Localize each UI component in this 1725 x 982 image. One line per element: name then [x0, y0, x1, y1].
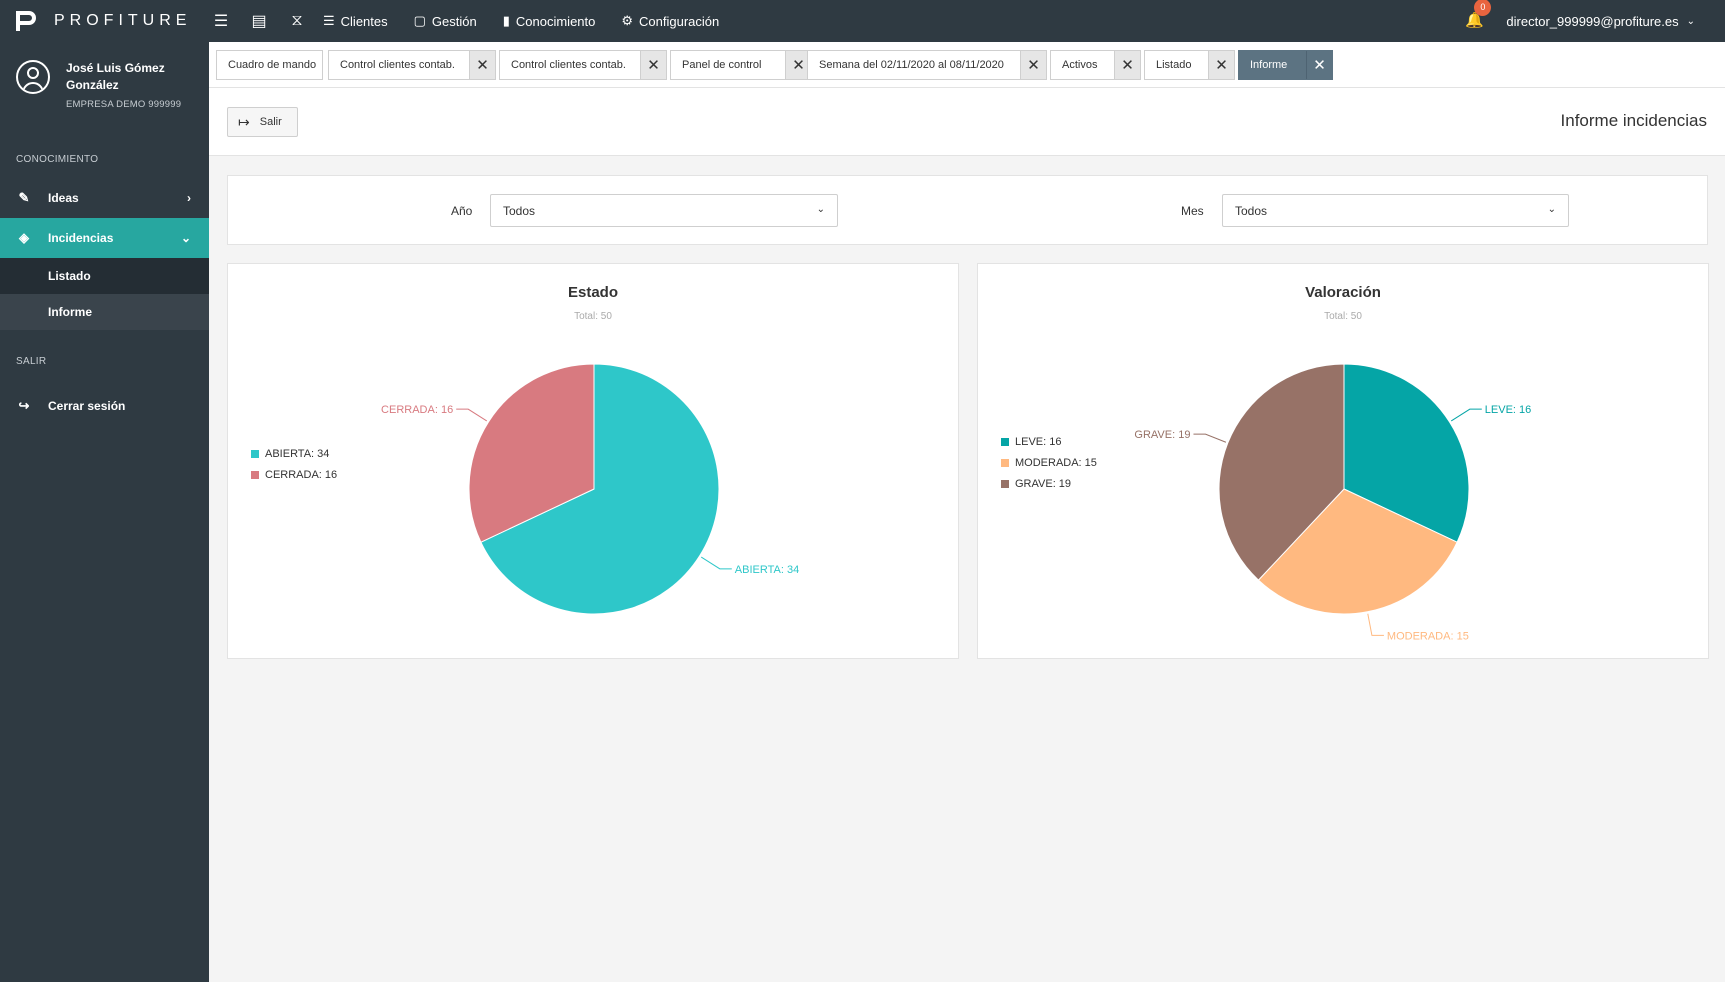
tab-label: Informe — [1250, 59, 1288, 71]
sidebar-item-ideas[interactable]: ✎ Ideas › — [0, 178, 209, 218]
sidebar-subitem-informe[interactable]: Informe — [0, 294, 209, 330]
tab-label: Cuadro de mando — [228, 59, 317, 71]
sidebar: José Luis Gómez González EMPRESA DEMO 99… — [0, 42, 209, 982]
tab-label: Panel de control — [682, 59, 762, 71]
pie-data-label: CERRADA: 16 — [381, 404, 453, 416]
layers-icon: ☰ — [323, 13, 335, 28]
chevron-down-icon[interactable]: ⌄ — [1687, 16, 1695, 27]
tab-control-clientes-2[interactable]: Control clientes contab. ✕ — [499, 50, 667, 80]
pie-chart-valoracion: LEVE: 16 MODERADA: 15 GRAVE: 19 — [1134, 363, 1531, 642]
topnav-label: Conocimiento — [515, 13, 596, 29]
tab-semana[interactable]: Semana del 02/11/2020 al 08/11/2020 ✕ — [807, 50, 1047, 80]
tab-label: Activos — [1062, 59, 1098, 71]
chevron-down-icon: ⌄ — [816, 204, 825, 215]
profile-company: EMPRESA DEMO 999999 — [66, 99, 182, 110]
topnav-label: Clientes — [340, 13, 388, 29]
pie-label-line — [700, 556, 732, 570]
pie-label-line — [1367, 613, 1384, 636]
chevron-down-icon: ⌄ — [1547, 204, 1556, 215]
notification-badge: 0 — [1474, 0, 1492, 16]
chart-panel-valoracion: Valoración Total: 50 LEVE: 16 MODERADA: … — [977, 263, 1709, 659]
pie-chart-estado: ABIERTA: 34 CERRADA: 16 — [381, 363, 799, 615]
tab-cuadro-de-mando[interactable]: Cuadro de mando — [216, 50, 323, 80]
sidebar-item-label: Ideas — [48, 191, 79, 205]
list-icon[interactable]: ☰ — [209, 0, 233, 42]
month-select[interactable]: Todos ⌄ — [1222, 194, 1569, 227]
pie-data-label: LEVE: 16 — [1485, 404, 1531, 416]
close-icon[interactable]: ✕ — [469, 51, 495, 79]
topnav-label: Gestión — [431, 13, 477, 29]
chart-panel-estado: Estado Total: 50 ABIERTA: 34 CERRADA: 16… — [227, 263, 959, 659]
topnav-clientes[interactable]: ☰ Clientes — [323, 0, 388, 42]
top-bar: PROFITURE ☰ ▤ ⧖ ☰ Clientes ▢ Gestión ▮ Cono… — [0, 0, 1725, 42]
page-header: ↦ Salir Informe incidencias — [209, 88, 1725, 156]
sidebar-item-label: Cerrar sesión — [48, 399, 126, 413]
topnav-gestion[interactable]: ▢ Gestión — [414, 0, 477, 42]
sidebar-item-incidencias[interactable]: ◈ Incidencias ⌄ — [0, 218, 209, 258]
tab-bar: Cuadro de mando Control clientes contab.… — [209, 42, 1725, 88]
month-select-value: Todos — [1235, 204, 1268, 218]
logo-icon — [16, 11, 42, 31]
sidebar-item-label: Incidencias — [48, 231, 114, 245]
filter-panel: Año Todos ⌄ Mes Todos ⌄ — [227, 175, 1708, 245]
month-label: Mes — [1181, 204, 1204, 218]
brand-logo[interactable]: PROFITURE — [0, 0, 209, 42]
profile-name: José Luis Gómez González — [66, 61, 165, 92]
topnav-configuracion[interactable]: ⚙ Configuración — [621, 0, 719, 42]
section-title-salir: SALIR — [16, 356, 47, 367]
year-select-value: Todos — [503, 204, 536, 218]
tab-label: Control clientes contab. — [511, 59, 626, 71]
sidebar-item-logout[interactable]: ↪ Cerrar sesión — [0, 386, 209, 426]
pie-data-label: ABIERTA: 34 — [735, 564, 799, 576]
topnav-conocimiento[interactable]: ▮ Conocimiento — [503, 0, 596, 42]
sidebar-subitem-listado[interactable]: Listado — [0, 258, 209, 294]
user-menu[interactable]: director_999999@profiture.es — [1506, 14, 1678, 29]
year-label: Año — [451, 204, 473, 218]
exit-label: Salir — [259, 116, 282, 128]
tags-icon: ◈ — [19, 230, 29, 245]
year-select[interactable]: Todos ⌄ — [490, 194, 838, 227]
exit-icon: ↦ — [238, 113, 250, 130]
page-title: Informe incidencias — [1560, 111, 1707, 130]
close-icon[interactable]: ✕ — [640, 51, 666, 79]
pie-label-line — [1450, 408, 1482, 422]
submenu-incidencias: Listado Informe — [0, 258, 209, 330]
tab-panel-de-control[interactable]: Panel de control ✕ — [670, 50, 812, 80]
gear-icon: ⚙ — [621, 13, 634, 28]
close-icon[interactable]: ✕ — [1114, 51, 1140, 79]
close-icon[interactable]: ✕ — [1020, 51, 1046, 79]
pie-data-label: GRAVE: 19 — [1134, 429, 1190, 441]
pie-label-line — [456, 408, 488, 422]
document-icon[interactable]: ▤ — [247, 0, 271, 42]
hourglass-icon[interactable]: ⧖ — [285, 0, 309, 42]
avatar-icon — [16, 60, 50, 94]
book-icon: ▮ — [502, 13, 510, 28]
pie-label-line — [1193, 433, 1227, 443]
tab-activos[interactable]: Activos ✕ — [1050, 50, 1141, 80]
chevron-down-icon: ⌄ — [180, 231, 191, 245]
pencil-icon: ✎ — [18, 190, 30, 205]
brand-name: PROFITURE — [54, 12, 192, 29]
topnav-label: Configuración — [639, 13, 720, 29]
monitor-icon: ▢ — [413, 13, 426, 28]
logout-icon: ↪ — [18, 398, 30, 413]
bell-icon[interactable]: 🔔 0 — [1464, 0, 1492, 31]
pie-data-label: MODERADA: 15 — [1387, 630, 1469, 642]
tab-label: Listado — [1156, 59, 1192, 71]
user-profile: José Luis Gómez González EMPRESA DEMO 99… — [0, 42, 209, 142]
chevron-right-icon: › — [187, 191, 191, 205]
tab-listado[interactable]: Listado ✕ — [1144, 50, 1235, 80]
section-title-conocimiento: CONOCIMIENTO — [16, 154, 99, 165]
close-icon[interactable]: ✕ — [1306, 51, 1332, 79]
exit-button[interactable]: ↦ Salir — [227, 107, 298, 137]
tab-informe[interactable]: Informe ✕ — [1238, 50, 1333, 80]
tab-label: Control clientes contab. — [340, 59, 455, 71]
close-icon[interactable]: ✕ — [1208, 51, 1234, 79]
tab-control-clientes-1[interactable]: Control clientes contab. ✕ — [328, 50, 496, 80]
tab-label: Semana del 02/11/2020 al 08/11/2020 — [819, 59, 1004, 71]
